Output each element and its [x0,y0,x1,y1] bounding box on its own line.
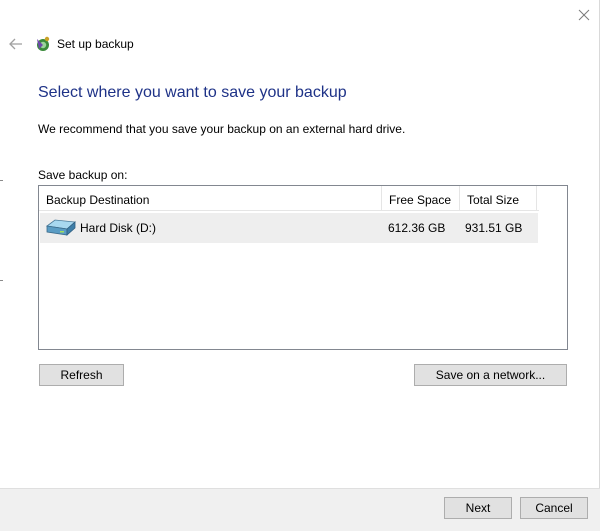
edge-mark [0,280,3,281]
recommendation-text: We recommend that you save your backup o… [38,122,406,136]
back-arrow-icon [9,38,22,50]
close-button[interactable] [572,4,596,26]
page-heading: Select where you want to save your backu… [38,84,347,101]
column-header-destination[interactable]: Backup Destination [39,186,382,211]
column-header-total-size[interactable]: Total Size [460,186,537,211]
save-on-network-button[interactable]: Save on a network... [414,364,567,386]
refresh-button[interactable]: Refresh [39,364,124,386]
close-icon [578,9,590,21]
table-row[interactable]: Hard Disk (D:) 612.36 GB 931.51 GB [40,213,538,243]
setup-backup-window: Set up backup Select where you want to s… [0,0,600,531]
free-space-cell: 612.36 GB [388,221,446,235]
backup-icon [37,36,50,51]
list-header: Backup Destination Free Space Total Size [39,186,539,211]
destination-cell: Hard Disk (D:) [40,218,382,238]
back-button[interactable] [6,34,26,54]
save-backup-on-label: Save backup on: [38,168,128,182]
cancel-button[interactable]: Cancel [520,497,588,519]
edge-mark [0,180,3,181]
column-header-free-space[interactable]: Free Space [382,186,460,211]
window-title: Set up backup [57,37,134,51]
destination-name: Hard Disk (D:) [80,221,157,235]
backup-destination-list[interactable]: Backup Destination Free Space Total Size… [38,185,568,350]
hard-drive-icon [45,219,76,236]
next-button[interactable]: Next [444,497,512,519]
total-size-cell: 931.51 GB [465,221,523,235]
